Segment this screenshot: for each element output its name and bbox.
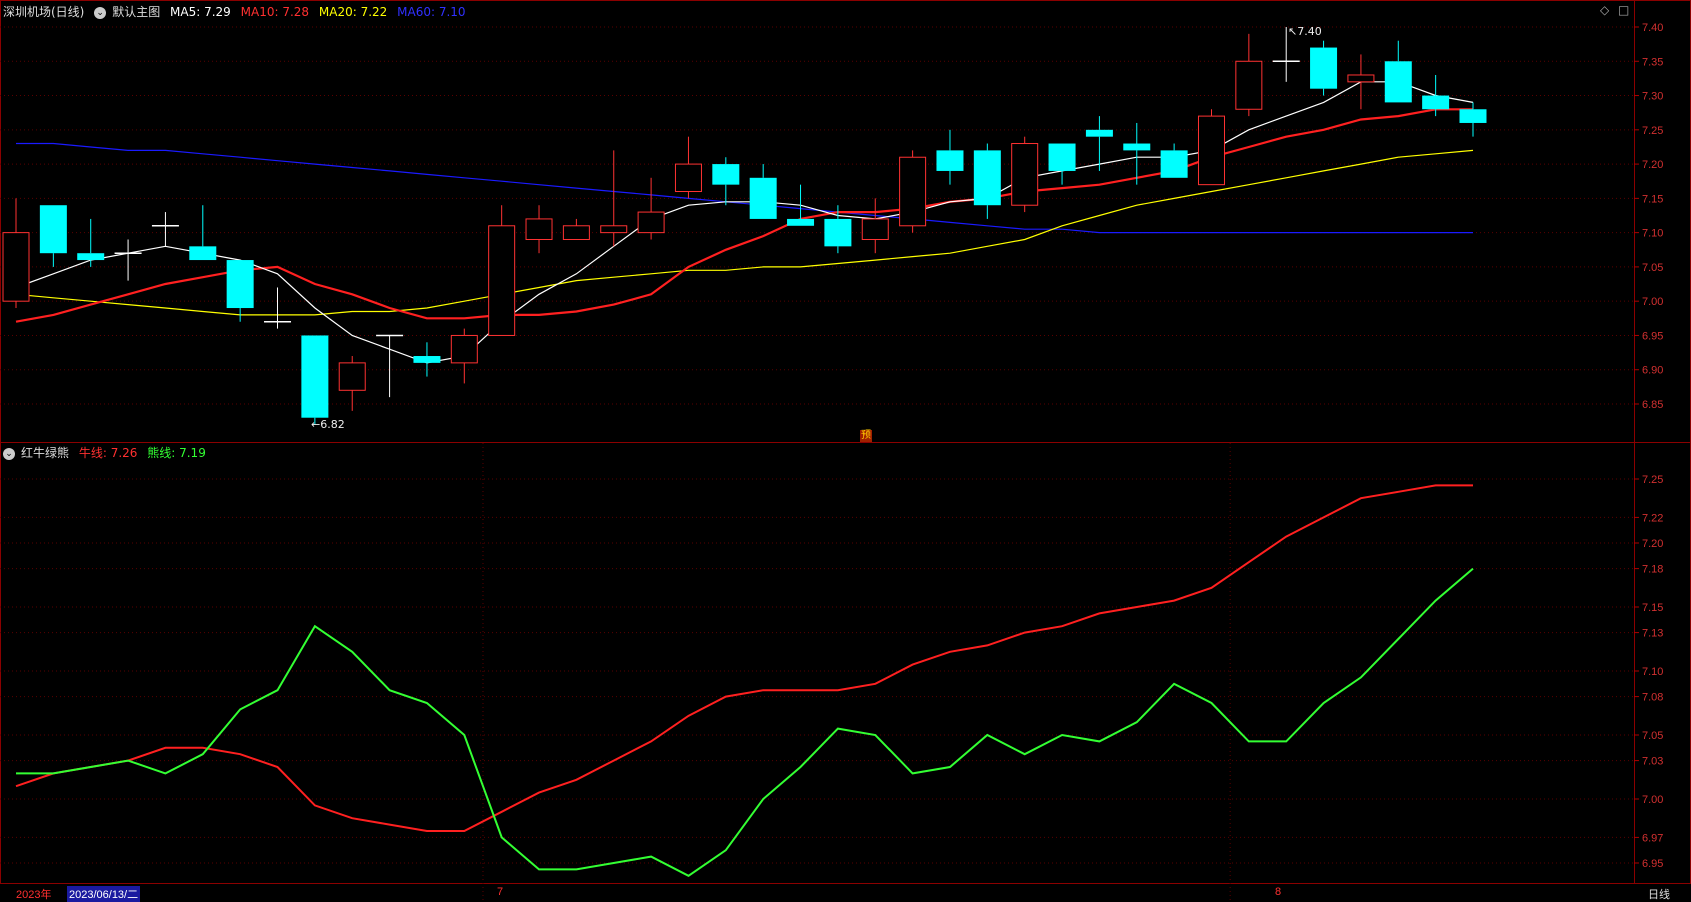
candle-body — [936, 150, 964, 171]
candle-body — [600, 225, 628, 234]
ma5-value: MA5: 7.29 — [170, 5, 231, 19]
sub-tick-label: 7.00 — [1642, 794, 1663, 806]
candle-body — [562, 225, 590, 240]
period-label[interactable]: 日线 — [1648, 886, 1670, 902]
main-tick-label: 7.15 — [1642, 193, 1663, 205]
bear-line — [16, 567, 1474, 877]
candle-body — [1235, 60, 1263, 110]
main-tick-label: 7.40 — [1642, 22, 1663, 34]
main-tick-label: 7.30 — [1642, 91, 1663, 103]
main-tick-label: 7.35 — [1642, 56, 1663, 68]
ma60-line — [16, 142, 1473, 234]
sub-tick-label: 6.97 — [1642, 832, 1663, 844]
diamond-icon[interactable]: ◇ — [1600, 3, 1609, 17]
bull-line-value: 牛线: 7.26 — [78, 446, 138, 460]
sub-tick-label: 7.03 — [1642, 756, 1663, 768]
sub-tick-label: 6.95 — [1642, 858, 1663, 870]
sub-tick-label: 7.10 — [1642, 666, 1663, 678]
candle-body — [674, 163, 702, 193]
candle-body — [450, 334, 478, 364]
sub-tick-label: 7.22 — [1642, 512, 1663, 524]
sub-tick-label: 7.15 — [1642, 602, 1663, 614]
main-chart-header: 深圳机场(日线) ⌄ 默认主图 MA5: 7.29 MA10: 7.28 MA20… — [3, 5, 472, 19]
candle-body — [787, 218, 815, 226]
main-tick-label: 7.10 — [1642, 228, 1663, 240]
chevron-down-icon[interactable]: ⌄ — [94, 6, 107, 19]
stock-chart[interactable]: 7.40 7.35 7.30 7.25 7.20 7.15 7.10 7.05 7.00 6.95… — [0, 0, 1691, 901]
candle-body — [973, 150, 1001, 206]
high-annotation: ↖7.40 — [1288, 25, 1322, 38]
candle-body — [861, 218, 889, 240]
bear-line-value: 熊线: 7.19 — [147, 446, 206, 460]
indicator-name[interactable]: 红牛绿熊 — [21, 446, 69, 460]
candle-body — [2, 232, 30, 302]
candle-body — [1048, 143, 1076, 171]
sub-chart-header: ⌄ 红牛绿熊 牛线: 7.26 熊线: 7.19 — [3, 446, 212, 460]
ma60-value: MA60: 7.10 — [397, 5, 466, 19]
sub-tick-label: 7.05 — [1642, 730, 1663, 742]
candle-body — [1085, 129, 1113, 137]
ma5-line — [15, 81, 1474, 364]
sub-tick-label: 7.25 — [1642, 474, 1663, 486]
candle-body — [1459, 109, 1487, 123]
candle-body — [338, 362, 366, 391]
candle-body — [189, 246, 217, 261]
bull-line — [15, 484, 1473, 832]
year-label: 2023年 — [16, 889, 52, 901]
candle-body — [39, 205, 67, 254]
main-tick-label: 6.90 — [1642, 365, 1663, 377]
main-tick-label: 7.00 — [1642, 296, 1663, 308]
candle-body — [1384, 61, 1412, 103]
candle-body — [525, 218, 553, 240]
candle-body — [1310, 47, 1338, 89]
main-tick-label: 7.20 — [1642, 159, 1663, 171]
candle-body — [899, 156, 927, 227]
ma20-value: MA20: 7.22 — [318, 5, 388, 19]
month-label-8: 8 — [1275, 886, 1282, 898]
low-annotation: ←6.82 — [311, 418, 345, 431]
candle-body — [712, 164, 740, 185]
candle-body — [749, 177, 777, 219]
candle-body — [413, 356, 441, 363]
candle-body — [1160, 150, 1188, 178]
candle-body — [637, 211, 665, 234]
candle-body — [1197, 115, 1225, 186]
template-selector[interactable]: 默认主图 — [112, 5, 160, 19]
candle-body — [226, 260, 254, 309]
cursor-date: 2023/06/13/二 — [67, 886, 141, 902]
candle-body — [77, 253, 105, 261]
sub-tick-label: 7.13 — [1642, 628, 1663, 640]
candle-body — [301, 335, 329, 418]
stock-title: 深圳机场(日线) — [3, 5, 85, 19]
square-icon[interactable]: □ — [1618, 3, 1629, 17]
chevron-down-icon[interactable]: ⌄ — [3, 447, 15, 460]
main-tick-label: 6.95 — [1642, 330, 1663, 342]
month-label-7: 7 — [497, 886, 504, 898]
date-bar: 2023年 2023/06/13/二 7 8 日线 — [0, 884, 1691, 902]
candle-body — [1422, 95, 1450, 110]
candle-body — [1011, 143, 1039, 206]
candle-body — [488, 225, 516, 336]
pre-badge: 预 — [860, 430, 872, 442]
sub-tick-label: 7.18 — [1642, 564, 1663, 576]
sub-tick-label: 7.20 — [1642, 538, 1663, 550]
candle-body — [1123, 143, 1151, 151]
sub-tick-label: 7.08 — [1642, 692, 1663, 704]
candle-body — [1347, 74, 1375, 83]
main-tick-label: 7.25 — [1642, 125, 1663, 137]
candle-body — [824, 218, 852, 247]
main-tick-label: 7.05 — [1642, 262, 1663, 274]
main-tick-label: 6.85 — [1642, 399, 1663, 411]
ma10-value: MA10: 7.28 — [240, 5, 310, 19]
